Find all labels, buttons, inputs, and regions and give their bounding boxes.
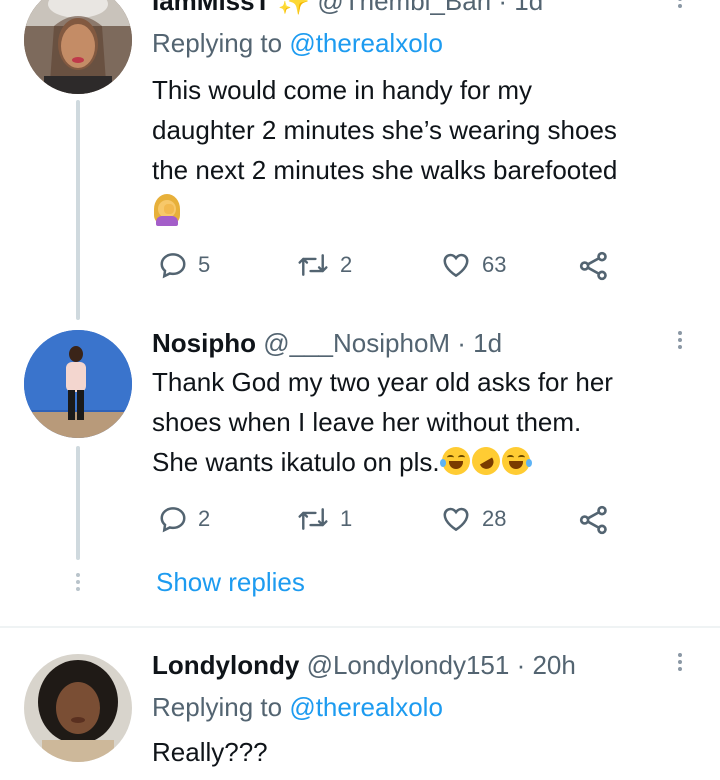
tweet1-text-line: the next 2 minutes she walks barefooted xyxy=(152,155,618,185)
reply-icon xyxy=(160,507,186,533)
replying-to-handle[interactable]: @therealxolo xyxy=(289,28,443,58)
replying-to-label: Replying to xyxy=(152,28,283,58)
retweet-count: 1 xyxy=(340,506,353,531)
more-options-icon[interactable] xyxy=(677,328,683,352)
share-button[interactable] xyxy=(578,504,610,536)
reply-count: 5 xyxy=(198,252,211,277)
share-button[interactable] xyxy=(578,250,610,282)
reply-icon xyxy=(160,253,186,279)
tears-of-joy-emoji-icon xyxy=(501,447,532,475)
tweet1-handle[interactable]: @Thembi_Bari xyxy=(317,0,491,16)
avatar-nosipho[interactable] xyxy=(24,330,132,438)
thread-line xyxy=(76,446,80,560)
like-button[interactable]: 63 xyxy=(440,250,506,280)
retweet-icon xyxy=(298,254,328,276)
heart-icon xyxy=(443,507,469,532)
reply-count: 2 xyxy=(198,506,211,531)
reply-button[interactable]: 2 xyxy=(158,504,210,534)
tweet1-header: IamMissT ✨ @Thembi_Bari · 1d xyxy=(152,0,543,18)
retweet-icon xyxy=(298,508,328,530)
tweet1-text-line: This would come in handy for my xyxy=(152,75,533,105)
thread-continuation-dots xyxy=(76,570,80,594)
more-options-icon[interactable] xyxy=(677,0,683,11)
like-button[interactable]: 28 xyxy=(440,504,506,534)
divider xyxy=(0,626,720,628)
share-icon xyxy=(579,251,607,281)
sparkles-icon: ✨ xyxy=(277,0,311,16)
reply-button[interactable]: 5 xyxy=(158,250,210,280)
tweet2-text-line: Thank God my two year old asks for her xyxy=(152,367,613,397)
replying-to-label: Replying to xyxy=(152,692,283,722)
more-options-icon[interactable] xyxy=(677,650,683,674)
tweet2-time[interactable]: · 1d xyxy=(457,328,502,358)
tweet2-text-line: She wants ikatulo on pls. xyxy=(152,447,440,477)
like-count: 28 xyxy=(482,506,507,531)
replying-to-handle[interactable]: @therealxolo xyxy=(289,692,443,722)
tweet1-display-name[interactable]: IamMissT xyxy=(152,0,271,16)
retweet-button[interactable]: 1 xyxy=(296,504,352,534)
tweet3-handle[interactable]: @Londylondy151 xyxy=(307,650,510,680)
tweet1-replying-to: Replying to @therealxolo xyxy=(152,26,443,60)
like-count: 63 xyxy=(482,252,507,277)
tweet2-handle[interactable]: @___NosiphoM xyxy=(263,328,450,358)
tweet1-text-line: daughter 2 minutes she’s wearing shoes xyxy=(152,115,617,145)
tweet1-time[interactable]: · 1d xyxy=(498,0,543,16)
rofl-emoji-icon xyxy=(466,441,505,481)
tweet3-text: Really??? xyxy=(152,737,268,767)
tweet2-text-line: shoes when I leave her without them. xyxy=(152,407,582,437)
show-replies-link[interactable]: Show replies xyxy=(156,564,305,600)
thread-line xyxy=(76,100,80,320)
share-icon xyxy=(579,505,607,535)
tweet3-display-name[interactable]: Londylondy xyxy=(152,650,299,680)
tweet3-time[interactable]: · 20h xyxy=(517,650,576,680)
facepalm-emoji-icon xyxy=(152,194,182,231)
heart-icon xyxy=(443,253,469,278)
avatar-iammisst[interactable] xyxy=(24,0,132,94)
tweet2-display-name[interactable]: Nosipho xyxy=(152,328,256,358)
tweet3-header: Londylondy @Londylondy151 · 20h xyxy=(152,648,576,682)
tweet3-replying-to: Replying to @therealxolo xyxy=(152,690,443,724)
tears-of-joy-emoji-icon xyxy=(439,447,470,475)
avatar-londylondy[interactable] xyxy=(24,654,132,762)
tweet2-header: Nosipho @___NosiphoM · 1d xyxy=(152,326,502,360)
retweet-button[interactable]: 2 xyxy=(296,250,352,280)
tweet2-text-line-3: She wants ikatulo on pls. xyxy=(152,441,532,482)
retweet-count: 2 xyxy=(340,252,353,277)
